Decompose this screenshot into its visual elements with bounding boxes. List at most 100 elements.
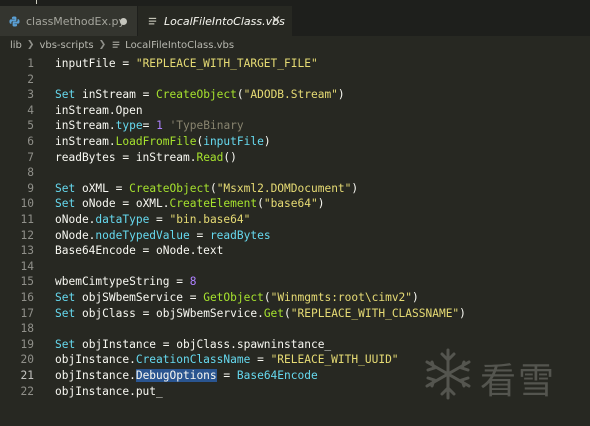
- code-line[interactable]: 14: [0, 259, 590, 275]
- line-number: 11: [20, 213, 34, 226]
- code-content[interactable]: inputFile = "REPLEACE_WITH_TARGET_FILE": [55, 56, 318, 72]
- code-text: =: [250, 353, 271, 367]
- line-number: 10: [20, 197, 34, 211]
- code-text: ): [263, 135, 271, 148]
- code-content[interactable]: objInstance.put_: [55, 384, 163, 400]
- code-text: (: [236, 88, 244, 102]
- line-number: 6: [27, 135, 34, 148]
- code-line[interactable]: 8: [0, 165, 590, 181]
- code-content[interactable]: readBytes = inStream.Read(): [55, 150, 237, 166]
- code-keyword: Set: [55, 88, 76, 102]
- code-line[interactable]: 1 inputFile = "REPLEACE_WITH_TARGET_FILE": [0, 56, 590, 72]
- code-text: ): [412, 291, 419, 304]
- code-text: objSWbemService =: [75, 291, 204, 304]
- code-line[interactable]: 15 wbemCimtypeString = 8: [0, 274, 590, 290]
- line-number: 16: [20, 291, 34, 304]
- code-keyword: readBytes: [209, 228, 271, 242]
- line-number: 18: [20, 322, 34, 336]
- line-number: 5: [27, 119, 34, 133]
- code-string: "REPLEACE_WITH_TARGET_FILE": [135, 57, 318, 70]
- code-content[interactable]: Set objSWbemService = GetObject("Winmgmt…: [55, 290, 419, 306]
- code-line[interactable]: 13 Base64Encode = oNode.text: [0, 243, 590, 259]
- code-keyword: Set: [55, 197, 76, 211]
- code-line[interactable]: 5 inStream.type= 1 'TypeBinary: [0, 118, 590, 134]
- code-content[interactable]: Base64Encode = oNode.text: [55, 243, 223, 259]
- code-line[interactable]: 9 Set oXML = CreateObject("Msxml2.DOMDocu…: [0, 181, 590, 197]
- code-string: "REPLEACE_WITH_CLASSNAME": [290, 306, 460, 320]
- code-line[interactable]: 17 Set objClass = objSWbemService.Get("RE…: [0, 306, 590, 322]
- code-line[interactable]: 11 oNode.dataType = "bin.base64": [0, 212, 590, 228]
- code-line[interactable]: 10 Set oNode = oXML.CreateElement("base64…: [0, 196, 590, 212]
- code-line[interactable]: 2: [0, 72, 590, 88]
- code-content[interactable]: inStream.Open: [55, 103, 143, 119]
- code-line[interactable]: 6 inStream.LoadFromFile(inputFile): [0, 134, 590, 150]
- code-text: inputFile =: [55, 57, 136, 70]
- unsaved-dot-icon[interactable]: [120, 18, 127, 25]
- code-text: readBytes = inStream.: [55, 150, 197, 164]
- code-line[interactable]: 18: [0, 321, 590, 337]
- code-function: Read: [196, 150, 224, 164]
- tab-localfileintoclass[interactable]: LocalFileIntoClass.vbs ✕: [138, 6, 292, 36]
- code-keyword: dataType: [95, 213, 150, 226]
- line-number: 2: [27, 72, 34, 86]
- code-content[interactable]: oNode.dataType = "bin.base64": [55, 212, 250, 228]
- breadcrumb-item-file[interactable]: LocalFileIntoClass.vbs: [125, 40, 234, 51]
- line-number: 17: [20, 306, 34, 320]
- code-content[interactable]: Set objInstance = objClass.spawninstance…: [55, 337, 331, 353]
- line-number: 1: [27, 57, 34, 70]
- code-line[interactable]: 3 Set inStream = CreateObject("ADODB.Stre…: [0, 87, 590, 103]
- code-function: CreateElement: [169, 197, 258, 211]
- code-content[interactable]: objInstance.CreationClassName = "RELEACE…: [55, 352, 399, 368]
- code-content[interactable]: oNode.nodeTypedValue = readBytes: [55, 228, 271, 244]
- code-content[interactable]: Set objClass = objSWbemService.Get("REPL…: [55, 306, 466, 322]
- line-number: 13: [20, 244, 34, 258]
- code-function: LoadFromFile: [115, 135, 197, 148]
- code-content[interactable]: inStream.LoadFromFile(inputFile): [55, 134, 271, 150]
- code-text: inStream =: [75, 88, 157, 102]
- snowflake-icon: [425, 348, 471, 400]
- code-line[interactable]: 16 Set objSWbemService = GetObject("Winmg…: [0, 290, 590, 306]
- close-icon[interactable]: ✕: [269, 13, 283, 27]
- vbs-file-icon: [111, 40, 121, 50]
- code-text: (: [257, 197, 264, 211]
- code-keyword: nodeTypedValue: [95, 228, 190, 242]
- code-string: "base64": [263, 197, 318, 211]
- code-text: (: [209, 181, 217, 195]
- code-text: ): [337, 88, 345, 102]
- code-content[interactable]: objInstance.DebugOptions = Base64Encode: [55, 368, 318, 384]
- code-string: "Msxml2.DOMDocument": [216, 181, 352, 195]
- code-function: GetObject: [203, 291, 264, 304]
- code-text: Base64Encode = oNode.text: [55, 244, 224, 258]
- code-content[interactable]: Set oXML = CreateObject("Msxml2.DOMDocum…: [55, 181, 358, 197]
- code-keyword: Set: [55, 291, 76, 304]
- code-keyword: type: [115, 119, 143, 133]
- code-content[interactable]: Set oNode = oXML.CreateElement("base64"): [55, 196, 324, 212]
- code-number: 1: [156, 119, 163, 133]
- code-text: (: [284, 306, 291, 320]
- tab-classmethodex[interactable]: classMethodEx.py: [0, 6, 137, 36]
- code-line[interactable]: 12 oNode.nodeTypedValue = readBytes: [0, 228, 590, 244]
- code-content[interactable]: wbemCimtypeString = 8: [55, 274, 196, 290]
- code-function: CreateObject: [129, 181, 210, 195]
- chevron-right-icon: ❯: [26, 40, 35, 50]
- code-keyword: CreationClassName: [135, 353, 251, 367]
- code-content[interactable]: Set inStream = CreateObject("ADODB.Strea…: [55, 87, 345, 103]
- watermark-text: 看雪: [480, 361, 557, 402]
- code-text: objInstance.put_: [55, 384, 163, 398]
- code-comment: 'TypeBinary: [169, 119, 244, 133]
- code-text: =: [149, 213, 170, 226]
- breadcrumb-item-vbs-scripts[interactable]: vbs-scripts: [39, 40, 93, 51]
- code-text: =: [189, 228, 210, 242]
- line-number: 21: [20, 369, 34, 382]
- code-line[interactable]: 4 inStream.Open: [0, 103, 590, 119]
- code-keyword: inputFile: [203, 135, 264, 148]
- code-string: "bin.base64": [169, 213, 251, 226]
- breadcrumb-item-lib[interactable]: lib: [10, 40, 22, 51]
- code-text: wbemCimtypeString =: [55, 275, 190, 289]
- line-number: 9: [27, 181, 34, 195]
- watermark: 看雪: [420, 344, 570, 404]
- line-number: 22: [20, 384, 34, 398]
- line-number: 15: [20, 275, 34, 289]
- code-content[interactable]: inStream.type= 1 'TypeBinary: [55, 118, 244, 134]
- code-line[interactable]: 7 readBytes = inStream.Read(): [0, 150, 590, 166]
